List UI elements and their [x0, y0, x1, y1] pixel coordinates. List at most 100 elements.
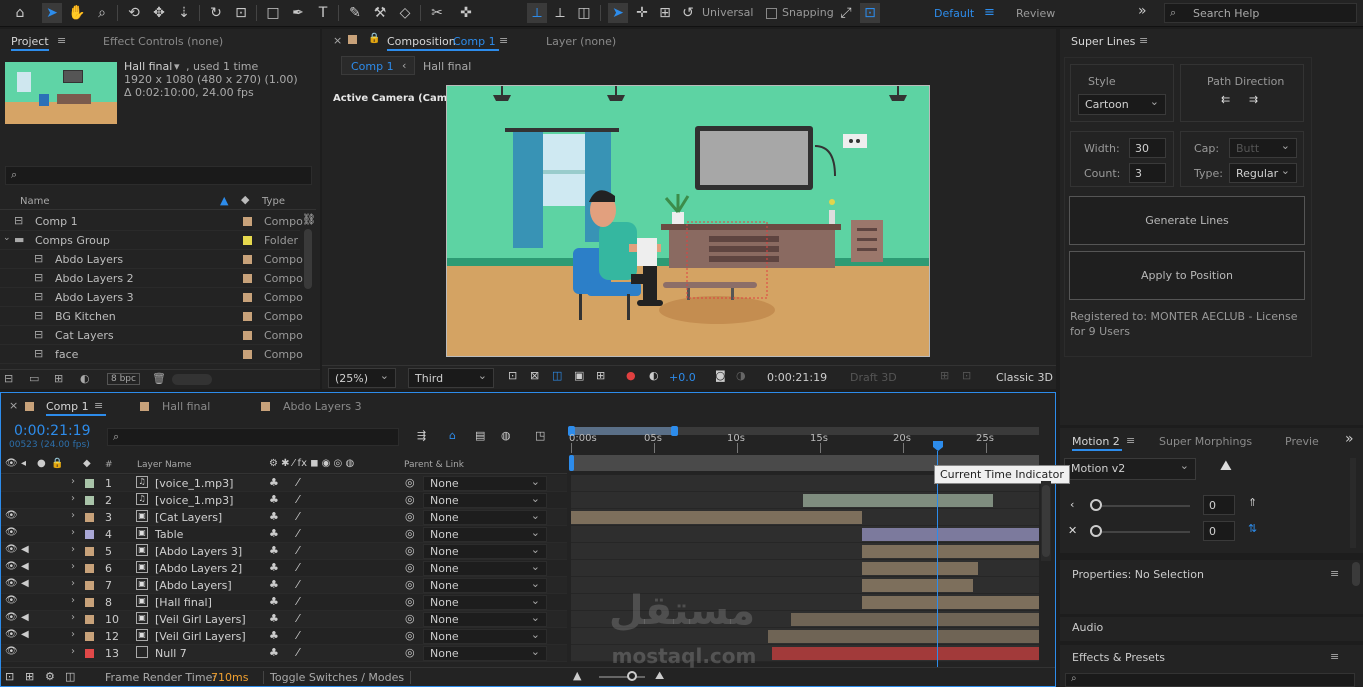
layer-row[interactable]: › 2 ♫ [voice_1.mp3] ♣ ⁄ ◎ None ⌄ [1, 492, 567, 509]
comp-mini-flowchart-icon[interactable]: ⇶ [417, 429, 426, 442]
hand-tool-icon[interactable]: ✋ [67, 3, 87, 23]
label-swatch[interactable] [243, 255, 252, 264]
quality-switch-icon[interactable]: ⁄ [297, 544, 299, 557]
parent-dropdown[interactable]: None ⌄ [423, 492, 547, 508]
label-swatch[interactable] [85, 513, 94, 522]
parent-dropdown[interactable]: None ⌄ [423, 628, 547, 644]
quality-switch-icon[interactable]: ⁄ [297, 493, 299, 506]
count-input[interactable]: 3 [1129, 163, 1166, 183]
mask-visibility-icon[interactable]: ▣ [574, 369, 584, 382]
in-out-toggle-icon[interactable]: ⊞ [25, 670, 34, 683]
tab-composition[interactable]: Composition [387, 35, 456, 48]
label-column-icon[interactable]: ◆ [241, 193, 249, 206]
lock-icon[interactable]: 🔒 [368, 33, 380, 44]
stretch-toggle-icon[interactable]: ◫ [65, 670, 75, 683]
zoom-dropdown[interactable]: (25%) [328, 366, 396, 388]
ease-slider-2[interactable] [1090, 525, 1102, 537]
bpc-button[interactable]: 8 bpc [107, 373, 140, 385]
timeline-menu-icon[interactable]: ≡ [94, 399, 103, 412]
extended-viewer-icon[interactable]: ⊡ [962, 369, 971, 382]
layer-duration-bar[interactable] [571, 511, 862, 524]
effects-menu-icon[interactable]: ≡ [1330, 650, 1339, 663]
layer-row[interactable]: 👁 › 3 ▣ [Cat Layers] ♣ ⁄ ◎ None ⌄ [1, 509, 567, 526]
tab-super-morphings[interactable]: Super Morphings [1159, 435, 1252, 448]
effects-presets-title[interactable]: Effects & Presets [1072, 651, 1165, 664]
cap-dropdown[interactable]: Butt [1229, 136, 1297, 158]
pick-whip-icon[interactable]: ◎ [405, 595, 415, 608]
quality-switch-icon[interactable]: ⁄ [297, 510, 299, 523]
parent-dropdown[interactable]: None ⌄ [423, 611, 547, 627]
breadcrumb-comp1[interactable]: Comp 1 ‹ [341, 56, 415, 75]
eye-icon[interactable]: 👁 [5, 595, 18, 606]
transparency-grid-icon[interactable]: ⊠ [530, 369, 539, 382]
project-menu-icon[interactable]: ≡ [57, 34, 66, 47]
effects-search-input[interactable]: ⌕ [1065, 673, 1355, 687]
expand-arrow-icon[interactable]: › [71, 612, 75, 623]
label-swatch[interactable] [243, 331, 252, 340]
shy-switch-icon[interactable]: ♣ [269, 493, 279, 506]
tab-preview[interactable]: Previe [1285, 435, 1319, 448]
layer-row[interactable]: 👁 ◀ › 6 ▣ [Abdo Layers 2] ♣ ⁄ ◎ None ⌄ [1, 560, 567, 577]
layer-duration-bar[interactable] [803, 494, 993, 507]
pan-camera-icon[interactable]: ✥ [149, 3, 169, 23]
quality-switch-icon[interactable]: ⁄ [297, 476, 299, 489]
timeline-scrollbar[interactable] [1042, 485, 1050, 557]
thumb-dropdown-icon[interactable]: ▾ [174, 60, 180, 73]
viewer-timecode[interactable]: 0:00:21:19 [767, 371, 827, 384]
orbit-camera-icon[interactable]: ⟲ [124, 3, 144, 23]
shy-switch-icon[interactable]: ♣ [269, 476, 279, 489]
expand-arrow-icon[interactable]: › [71, 476, 75, 487]
layer-name[interactable]: [Abdo Layers] [155, 579, 232, 592]
parent-dropdown[interactable]: None ⌄ [423, 560, 547, 576]
timeline-timecode[interactable]: 0:00:21:19 [14, 423, 91, 439]
eye-icon[interactable]: 👁 [5, 527, 18, 538]
tab-layer[interactable]: Layer (none) [546, 35, 616, 48]
move-icon[interactable]: ✛ [632, 3, 652, 23]
pick-whip-icon[interactable]: ◎ [405, 629, 415, 642]
transfer-toggle-icon[interactable]: ⚙ [45, 670, 55, 683]
layer-duration-bar[interactable] [768, 630, 1039, 643]
direction-left-icon[interactable]: ⇇ [1221, 93, 1230, 106]
label-swatch[interactable] [243, 217, 252, 226]
selection-tool-icon[interactable]: ➤ [42, 3, 62, 23]
show-snapshot-icon[interactable]: ◑ [736, 369, 746, 382]
pick-whip-icon[interactable]: ◎ [405, 493, 415, 506]
expand-arrow-icon[interactable]: › [71, 544, 75, 555]
grid-guides-icon[interactable]: ⊞ [596, 369, 605, 382]
toggle-switches-modes[interactable]: Toggle Switches / Modes [263, 671, 412, 684]
label-swatch[interactable] [85, 547, 94, 556]
close-tab-icon[interactable]: × [333, 34, 342, 47]
snapshot-icon[interactable]: ◙ [715, 369, 726, 382]
expand-arrow-icon[interactable]: › [71, 510, 75, 521]
scene-canvas[interactable] [446, 85, 930, 357]
trash-icon[interactable]: 🗑 [152, 372, 166, 385]
more-workspaces-icon[interactable]: » [1138, 3, 1147, 19]
layer-name[interactable]: [Veil Girl Layers] [155, 630, 246, 643]
col-parent[interactable]: Parent & Link [404, 460, 464, 470]
view-axis-icon[interactable]: ◫ [574, 3, 594, 23]
hide-shy-icon[interactable]: ▤ [475, 429, 485, 442]
flowchart-icon[interactable]: ⛓ [302, 213, 316, 226]
new-comp-icon[interactable]: ⊞ [54, 372, 63, 385]
layer-row[interactable]: 👁 › 8 ▣ [Hall final] ♣ ⁄ ◎ None ⌄ [1, 594, 567, 611]
fast-preview-icon[interactable]: ⊡ [508, 369, 517, 382]
layer-duration-bar[interactable] [862, 562, 978, 575]
layer-name[interactable]: Table [155, 528, 183, 541]
reset-exposure-icon[interactable]: ◐ [649, 369, 659, 382]
project-item[interactable]: ⊟ Comp 1 Compo ⛓ [0, 212, 316, 231]
layer-row[interactable]: 👁 › 13 Null 7 ♣ ⁄ ◎ None ⌄ [1, 645, 567, 662]
snap-options-icon[interactable]: ⤢ [836, 3, 856, 23]
tab-effect-controls[interactable]: Effect Controls (none) [103, 35, 223, 48]
layer-row[interactable]: 👁 ◀ › 10 ▣ [Veil Girl Layers] ♣ ⁄ ◎ None ⌄ [1, 611, 567, 628]
motion-menu-icon[interactable]: ≡ [1126, 434, 1135, 447]
label-swatch[interactable] [85, 479, 94, 488]
rocket-icon[interactable]: ⇑ [1248, 496, 1257, 509]
label-swatch[interactable] [85, 581, 94, 590]
shy-switch-icon[interactable]: ♣ [269, 629, 279, 642]
col-type[interactable]: Type [262, 196, 285, 207]
label-swatch[interactable] [243, 274, 252, 283]
home-icon[interactable]: ⌂ [10, 3, 30, 23]
parent-dropdown[interactable]: None ⌄ [423, 475, 547, 491]
expand-arrow-icon[interactable]: › [71, 527, 75, 538]
layer-name[interactable]: Null 7 [155, 647, 187, 660]
